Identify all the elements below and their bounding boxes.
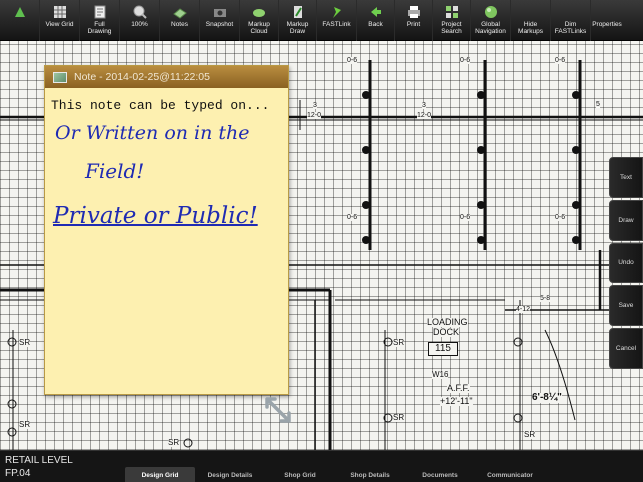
globe-icon — [484, 5, 498, 19]
room-name-line2: DOCK — [433, 327, 460, 337]
note-typed-text[interactable]: This note can be typed on... — [51, 97, 287, 115]
bottom-bar: RETAIL LEVEL FP.04 Design Grid Design De… — [0, 450, 643, 482]
project-search-button[interactable]: Project Search — [433, 0, 471, 41]
sprinkler-label: SR — [19, 420, 31, 429]
tab-communicator[interactable]: Communicator — [475, 467, 545, 482]
dimension-tag: 5-8 — [540, 295, 551, 302]
sheet-info: RETAIL LEVEL FP.04 — [5, 454, 73, 480]
app-window: View Grid Full Drawing 100% Notes Snapsh… — [0, 0, 643, 482]
notes-button[interactable]: Notes — [160, 0, 200, 41]
dimension-tag: 0-6 — [460, 57, 471, 64]
save-button[interactable]: Save — [609, 285, 643, 327]
camera-icon — [213, 5, 227, 19]
pencil-icon — [291, 5, 305, 19]
dimension-tag: 5 — [596, 101, 600, 108]
tab-design-details[interactable]: Design Details — [195, 467, 265, 482]
sprinkler-label: SR — [393, 413, 405, 422]
tab-documents[interactable]: Documents — [405, 467, 475, 482]
handwritten-line: Or Written on in the — [55, 122, 250, 144]
sprinkler-label: SR — [168, 438, 180, 447]
note-panel[interactable]: Note - 2014-02-25@11:22:05 This note can… — [44, 65, 289, 395]
print-button[interactable]: Print — [395, 0, 433, 41]
tab-shop-grid[interactable]: Shop Grid — [265, 467, 335, 482]
sheet-number: FP.04 — [5, 468, 31, 479]
dimension-tag: 12-0 — [417, 112, 432, 119]
dimension-tag: 0-6 — [555, 214, 566, 221]
global-navigation-button[interactable]: Global Navigation — [471, 0, 511, 41]
zoom-100-icon — [133, 5, 147, 19]
grid-icon — [53, 5, 67, 19]
zoom-100-button[interactable]: 100% — [120, 0, 160, 41]
dimension-tag: 3 — [313, 102, 317, 109]
properties-button[interactable]: Properties — [591, 0, 623, 41]
handwritten-line: Field! — [85, 159, 145, 183]
tab-shop-details[interactable]: Shop Details — [335, 467, 405, 482]
sprinkler-label: SR — [524, 430, 536, 439]
view-grid-button[interactable]: View Grid — [40, 0, 80, 41]
full-drawing-icon — [93, 5, 107, 19]
home-icon — [13, 5, 27, 19]
dim-fastlinks-button[interactable]: Dim FASTLinks — [551, 0, 591, 41]
dimension-tag: 3 — [422, 102, 426, 109]
text-button[interactable]: Text — [609, 157, 643, 198]
handwritten-line: Private or Public! — [53, 203, 258, 229]
dimension-tag: 0-6 — [347, 57, 358, 64]
cloud-icon — [252, 5, 266, 19]
dimension-tag: 12-0 — [307, 112, 322, 119]
dimension-label: 6'-8¼" — [532, 392, 562, 403]
project-search-icon — [445, 5, 459, 19]
note-title: Note - 2014-02-25@11:22:05 — [74, 71, 210, 83]
snapshot-button[interactable]: Snapshot — [200, 0, 240, 41]
room-name-line1: LOADING — [427, 317, 468, 327]
elevation-value: +12'-11" — [440, 396, 473, 406]
pin-icon — [330, 5, 344, 19]
room-number: 115 — [428, 342, 458, 356]
dimension-tag: 0-6 — [347, 214, 358, 221]
draw-button[interactable]: Draw — [609, 199, 643, 241]
window-tag: W16 — [432, 370, 449, 379]
note-header[interactable]: Note - 2014-02-25@11:22:05 — [45, 66, 288, 88]
hide-markups-button[interactable]: Hide Markups — [511, 0, 551, 41]
full-drawing-button[interactable]: Full Drawing — [80, 0, 120, 41]
note-edit-panel: Text Draw Undo Save Cancel — [609, 157, 643, 369]
bottom-tab-bar: Design Grid Design Details Shop Grid Sho… — [125, 467, 545, 482]
note-icon — [53, 71, 67, 83]
resize-handle-icon[interactable] — [264, 396, 292, 424]
dimension-tag: 0-6 — [460, 214, 471, 221]
markup-draw-button[interactable]: Markup Draw — [279, 0, 317, 41]
dimension-tag: 0-6 — [555, 57, 566, 64]
dimension-tag: 4-12 — [516, 306, 531, 313]
back-arrow-icon — [369, 5, 383, 19]
sprinkler-label: SR — [393, 338, 405, 347]
back-button[interactable]: Back — [357, 0, 395, 41]
notes-icon — [172, 5, 187, 19]
undo-button[interactable]: Undo — [609, 242, 643, 284]
sprinkler-label: SR — [19, 338, 31, 347]
fastlink-button[interactable]: FASTLink — [317, 0, 357, 41]
home-button[interactable] — [0, 0, 40, 41]
printer-icon — [407, 5, 421, 19]
elevation-label: A.F.F. — [447, 383, 470, 393]
top-toolbar: View Grid Full Drawing 100% Notes Snapsh… — [0, 0, 643, 41]
tab-design-grid[interactable]: Design Grid — [125, 467, 195, 482]
sheet-level: RETAIL LEVEL — [5, 455, 73, 466]
markup-cloud-button[interactable]: Markup Cloud — [240, 0, 279, 41]
cancel-button[interactable]: Cancel — [609, 328, 643, 369]
